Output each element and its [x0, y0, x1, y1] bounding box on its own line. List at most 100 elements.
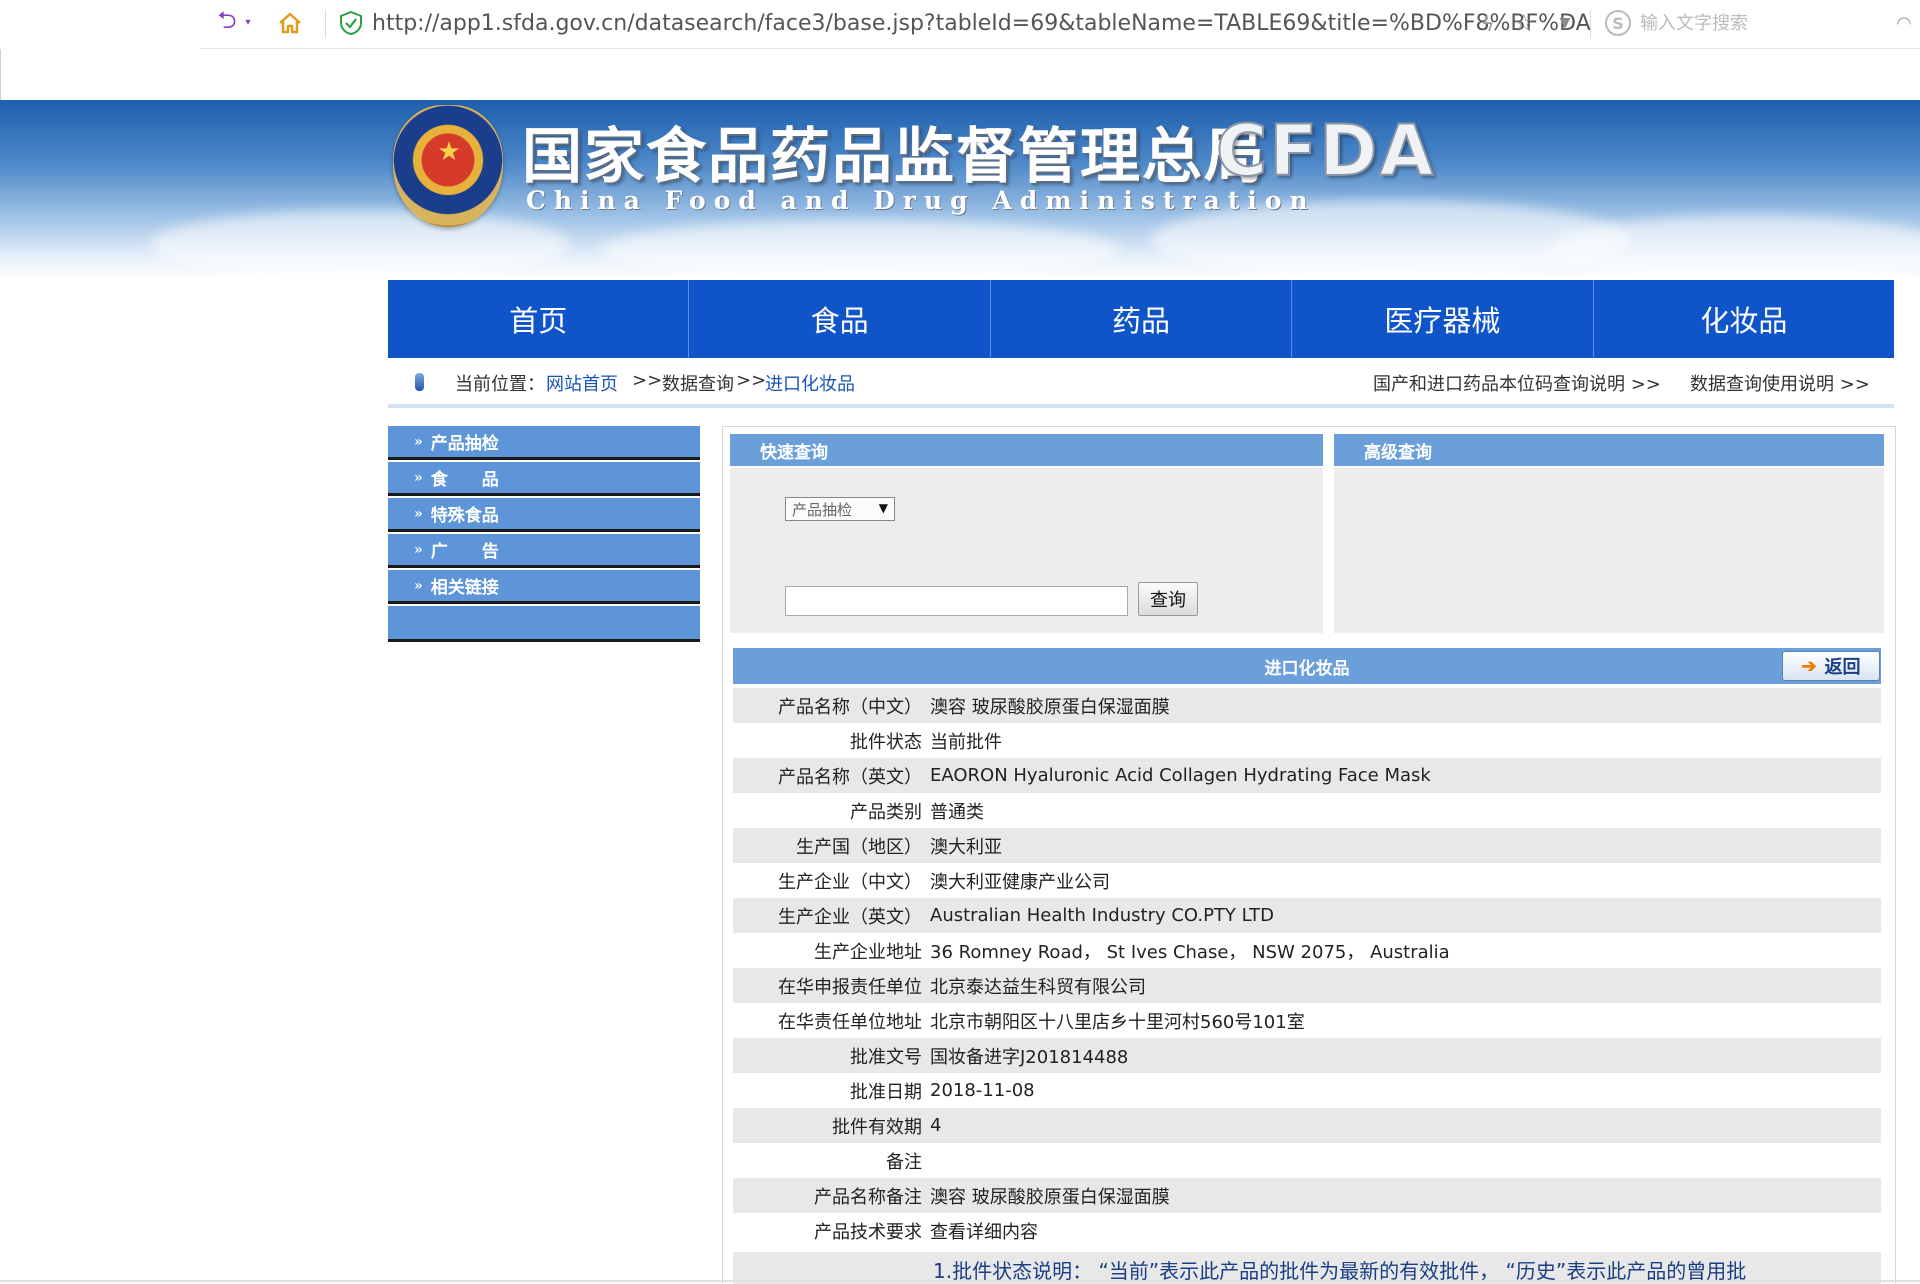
nav-item-food[interactable]: 食品 — [689, 280, 991, 358]
view-details-link[interactable]: 查看详细内容 — [928, 1218, 1881, 1244]
location-marker-icon — [415, 373, 424, 391]
double-chevron-icon: » — [414, 469, 423, 486]
sidebar-item-label: 产品抽检 — [430, 434, 499, 454]
browser-toolbar: ⮌ ▾ http://app1.sfda.gov.cn/datasearch/f… — [200, 0, 1920, 49]
table-row: 产品类别 普通类 — [733, 793, 1881, 828]
category-select[interactable]: 产品抽检 ▼ — [785, 497, 895, 521]
field-label: 产品名称（中文） — [778, 696, 922, 718]
star-icon[interactable]: ☆ — [1510, 9, 1538, 37]
undo-icon[interactable]: ⮌ — [214, 6, 240, 36]
field-label: 生产企业（中文） — [778, 871, 922, 893]
field-value: 北京市朝阳区十八里店乡十里河村560号101室 — [930, 1011, 1305, 1033]
status-note: 1.批件状态说明： “当前”表示此产品的批件为最新的有效批件， “历史”表示此产… — [933, 1259, 1747, 1283]
advanced-search-header: 高级查询 — [1334, 434, 1884, 466]
field-value: 澳大利亚健康产业公司 — [930, 871, 1110, 893]
table-row: 在华责任单位地址 北京市朝阳区十八里店乡十里河村560号101室 — [733, 1003, 1881, 1038]
field-label: 在华申报责任单位 — [778, 976, 922, 998]
data-query-guide-link[interactable]: 数据查询使用说明 >> — [1690, 370, 1870, 395]
double-chevron-icon: » — [414, 433, 423, 450]
arrow-right-icon: ➔ — [1801, 655, 1817, 677]
lightning-icon[interactable]: ϟ — [1478, 11, 1498, 37]
breadcrumb-divider — [388, 404, 1894, 408]
address-bar[interactable]: http://app1.sfda.gov.cn/datasearch/face3… — [372, 9, 1672, 39]
breadcrumb-current[interactable]: 进口化妆品 — [765, 370, 855, 395]
search-engine-icon[interactable]: S — [1605, 10, 1631, 36]
nav-item-home[interactable]: 首页 — [388, 280, 690, 358]
table-row: 备注 — [733, 1143, 1881, 1178]
select-caret-icon: ▼ — [878, 501, 888, 515]
field-value: Australian Health Industry CO.PTY LTD — [930, 905, 1275, 926]
detail-title: 进口化妆品 — [733, 648, 1881, 684]
table-row: 生产企业地址 36 Romney Road， St Ives Chase， NSW… — [733, 933, 1881, 968]
main-nav: 首页 食品 药品 医疗器械 化妆品 — [388, 280, 1895, 358]
field-label: 批件有效期 — [832, 1116, 922, 1138]
sidebar-item-advertising[interactable]: » 广 告 — [388, 534, 700, 568]
sidebar-footer — [388, 606, 700, 642]
field-label: 批件状态 — [850, 731, 922, 753]
search-input[interactable]: 输入文字搜索 — [1640, 9, 1880, 39]
sidebar: » 产品抽检 » 食 品 » 特殊食品 » 广 告 » 相关链接 — [388, 426, 700, 644]
breadcrumb-label: 当前位置： — [455, 374, 545, 395]
query-button[interactable]: 查询 — [1138, 582, 1198, 616]
field-value: 36 Romney Road， St Ives Chase， NSW 2075，… — [930, 941, 1450, 963]
field-value: 澳容 玻尿酸胶原蛋白保湿面膜 — [930, 696, 1170, 718]
chevron-down-icon[interactable]: ▾ — [242, 14, 254, 30]
table-row: 批件状态 当前批件 — [733, 723, 1881, 758]
table-row: 产品技术要求 查看详细内容 — [733, 1213, 1881, 1248]
window-bottom-edge — [0, 1280, 1920, 1282]
table-row: 批准日期 2018-11-08 — [733, 1073, 1881, 1108]
category-select-value: 产品抽检 — [792, 500, 853, 519]
field-label: 产品名称（英文） — [778, 766, 922, 788]
breadcrumb-home-link[interactable]: 网站首页 — [546, 370, 618, 395]
emblem-star-icon: ★ — [437, 137, 461, 167]
dropdown-arrow-icon[interactable]: ▼ — [1555, 13, 1575, 33]
sidebar-item-special-food[interactable]: » 特殊食品 — [388, 498, 700, 532]
field-label: 批准文号 — [850, 1046, 922, 1068]
table-row: 生产国（地区） 澳大利亚 — [733, 828, 1881, 863]
secure-shield-icon[interactable] — [340, 11, 362, 35]
field-label: 批准日期 — [850, 1081, 922, 1103]
sidebar-item-food[interactable]: » 食 品 — [388, 462, 700, 496]
double-chevron-icon: » — [414, 577, 423, 594]
nav-item-drugs[interactable]: 药品 — [990, 280, 1293, 358]
sidebar-item-related-links[interactable]: » 相关链接 — [388, 570, 700, 604]
field-label: 产品类别 — [850, 801, 922, 823]
field-label: 生产企业（英文） — [778, 906, 922, 928]
field-value: 2018-11-08 — [930, 1080, 1035, 1101]
field-value: EAORON Hyaluronic Acid Collagen Hydratin… — [930, 765, 1431, 786]
home-icon[interactable] — [276, 9, 304, 37]
field-value: 澳容 玻尿酸胶原蛋白保湿面膜 — [930, 1186, 1170, 1208]
table-row: 产品名称备注 澳容 玻尿酸胶原蛋白保湿面膜 — [733, 1178, 1881, 1213]
field-value: 4 — [930, 1115, 942, 1136]
advanced-search-panel — [1334, 468, 1884, 633]
field-label: 生产国（地区） — [796, 836, 922, 858]
table-row: 产品名称（英文） EAORON Hyaluronic Acid Collagen … — [733, 758, 1881, 793]
table-row: 生产企业（中文） 澳大利亚健康产业公司 — [733, 863, 1881, 898]
sidebar-item-product-sampling[interactable]: » 产品抽检 — [388, 426, 700, 460]
more-icon[interactable]: ◠ — [1892, 10, 1916, 36]
quick-search-header: 快速查询 — [730, 434, 1323, 466]
breadcrumb-data-query-link[interactable]: 数据查询 — [662, 370, 734, 395]
query-input[interactable] — [785, 586, 1128, 616]
site-title-en: China Food and Drug Administration — [526, 186, 1316, 215]
field-label: 备注 — [886, 1151, 922, 1173]
field-value: 国妆备进字J201814488 — [930, 1046, 1129, 1068]
toolbar-divider — [325, 10, 326, 38]
window-edge — [0, 49, 1, 101]
drug-code-query-guide-link[interactable]: 国产和进口药品本位码查询说明 >> — [1373, 370, 1661, 395]
field-value: 北京泰达益生科贸有限公司 — [930, 976, 1146, 998]
back-button[interactable]: ➔ 返回 — [1782, 651, 1880, 681]
cfda-logo: CFDA — [1215, 109, 1436, 193]
back-button-label: 返回 — [1824, 657, 1861, 678]
nav-item-medical-devices[interactable]: 医疗器械 — [1292, 280, 1594, 358]
field-label: 产品名称备注 — [814, 1186, 922, 1208]
table-row: 批件有效期 4 — [733, 1108, 1881, 1143]
field-value: 当前批件 — [930, 731, 1002, 753]
breadcrumb-separator: >> — [632, 370, 663, 391]
field-label: 生产企业地址 — [814, 941, 922, 963]
table-row: 生产企业（英文） Australian Health Industry CO.PT… — [733, 898, 1881, 933]
nav-item-cosmetics[interactable]: 化妆品 — [1593, 280, 1895, 358]
sidebar-item-label: 广 告 — [430, 542, 499, 562]
table-row: 批准文号 国妆备进字J201814488 — [733, 1038, 1881, 1073]
field-label: 在华责任单位地址 — [778, 1011, 922, 1033]
